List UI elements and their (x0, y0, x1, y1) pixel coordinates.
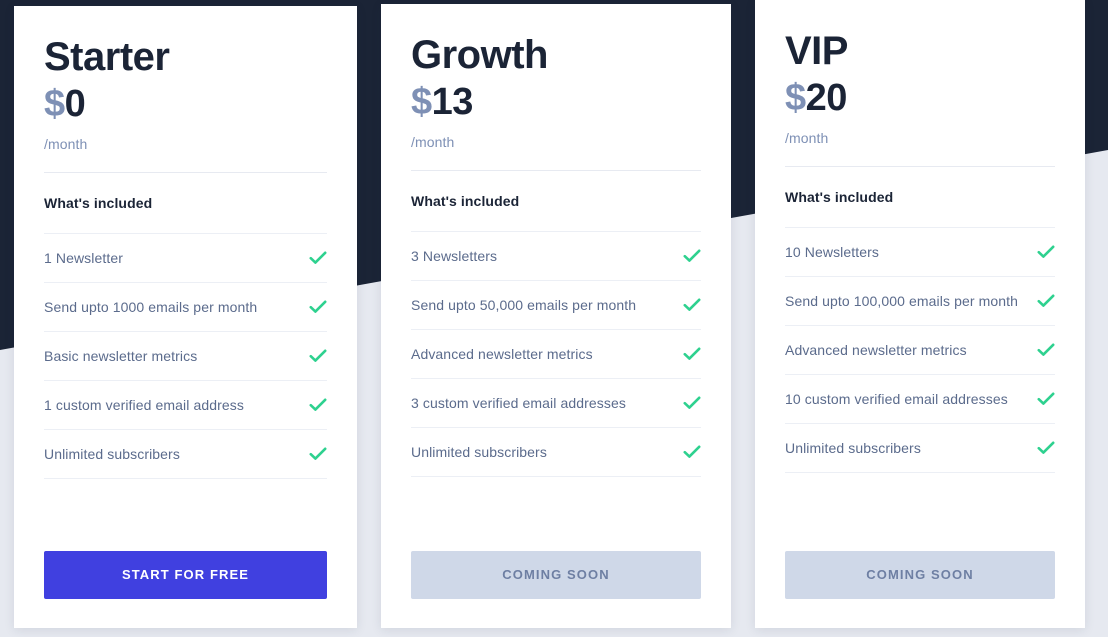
start-for-free-button[interactable]: START FOR FREE (44, 551, 327, 599)
check-icon (683, 445, 701, 458)
feature-label: Advanced newsletter metrics (411, 345, 593, 362)
check-icon (309, 300, 327, 313)
check-icon (683, 298, 701, 311)
plan-price-growth: $13 (411, 81, 701, 125)
feature-list-growth: 3 Newsletters Send upto 50,000 emails pe… (411, 230, 701, 477)
price-amount: 13 (431, 81, 474, 124)
feature-label: Send upto 50,000 emails per month (411, 296, 637, 313)
feature-row: Unlimited subscribers (44, 428, 327, 478)
feature-list-vip: 10 Newsletters Send upto 100,000 emails … (785, 226, 1055, 473)
feature-label: Unlimited subscribers (411, 443, 547, 460)
feature-list-end-divider (785, 471, 1055, 473)
feature-label: Advanced newsletter metrics (785, 341, 967, 358)
feature-label: 1 Newsletter (44, 249, 124, 266)
pricing-card-growth: Growth $13 /month What's included 3 News… (381, 4, 731, 628)
feature-label: 10 Newsletters (785, 243, 879, 260)
cta-container-starter: START FOR FREE (44, 524, 327, 628)
coming-soon-button-growth[interactable]: COMING SOON (411, 551, 701, 599)
plan-price-starter: $0 (44, 83, 327, 127)
check-icon (309, 251, 327, 264)
feature-label: Basic newsletter metrics (44, 347, 198, 364)
pricing-cards-container: Starter $0 /month What's included 1 News… (0, 0, 1108, 637)
feature-row: Basic newsletter metrics (44, 330, 327, 380)
plan-name-vip: VIP (785, 29, 848, 73)
pricing-card-vip: VIP $20 /month What's included 10 Newsle… (755, 0, 1085, 628)
feature-row: Send upto 1000 emails per month (44, 281, 327, 331)
check-icon (1037, 441, 1055, 454)
feature-row: Advanced newsletter metrics (785, 324, 1055, 374)
check-icon (309, 349, 327, 362)
coming-soon-button-vip[interactable]: COMING SOON (785, 551, 1055, 599)
feature-label: 3 custom verified email addresses (411, 394, 626, 411)
feature-label: 3 Newsletters (411, 247, 498, 264)
included-heading-growth: What's included (411, 192, 520, 209)
check-icon (309, 447, 327, 460)
check-icon (1037, 343, 1055, 356)
included-heading-vip: What's included (785, 188, 894, 205)
pricing-card-starter: Starter $0 /month What's included 1 News… (14, 6, 357, 628)
plan-price-vip: $20 (785, 77, 1055, 121)
plan-name-starter: Starter (44, 35, 170, 79)
check-icon (683, 249, 701, 262)
check-icon (1037, 245, 1055, 258)
feature-row: Send upto 50,000 emails per month (411, 279, 701, 329)
check-icon (683, 396, 701, 409)
feature-label: Send upto 100,000 emails per month (785, 292, 1018, 309)
feature-row: Unlimited subscribers (785, 422, 1055, 472)
currency-symbol: $ (785, 77, 806, 120)
check-icon (309, 398, 327, 411)
feature-label: Unlimited subscribers (44, 445, 180, 462)
feature-row: Unlimited subscribers (411, 426, 701, 476)
cta-container-growth: COMING SOON (411, 524, 701, 628)
check-icon (683, 347, 701, 360)
feature-label: 1 custom verified email address (44, 396, 244, 413)
currency-symbol: $ (44, 83, 65, 126)
billing-period-starter: /month (44, 135, 88, 152)
feature-row: 1 Newsletter (44, 232, 327, 282)
check-icon (1037, 294, 1055, 307)
check-icon (1037, 392, 1055, 405)
billing-period-vip: /month (785, 129, 829, 146)
included-heading-starter: What's included (44, 194, 153, 211)
plan-name-growth: Growth (411, 33, 548, 77)
feature-list-end-divider (411, 475, 701, 477)
price-amount: 0 (64, 83, 86, 126)
feature-list-end-divider (44, 477, 327, 479)
feature-row: 1 custom verified email address (44, 379, 327, 429)
billing-period-growth: /month (411, 133, 455, 150)
feature-row: 10 custom verified email addresses (785, 373, 1055, 423)
feature-row: 3 Newsletters (411, 230, 701, 280)
price-amount: 20 (805, 77, 848, 120)
feature-label: 10 custom verified email addresses (785, 390, 1008, 407)
cta-container-vip: COMING SOON (785, 524, 1055, 628)
feature-label: Unlimited subscribers (785, 439, 921, 456)
feature-row: Send upto 100,000 emails per month (785, 275, 1055, 325)
feature-label: Send upto 1000 emails per month (44, 298, 258, 315)
feature-list-starter: 1 Newsletter Send upto 1000 emails per m… (44, 232, 327, 479)
feature-row: 10 Newsletters (785, 226, 1055, 276)
feature-row: Advanced newsletter metrics (411, 328, 701, 378)
currency-symbol: $ (411, 81, 432, 124)
feature-row: 3 custom verified email addresses (411, 377, 701, 427)
